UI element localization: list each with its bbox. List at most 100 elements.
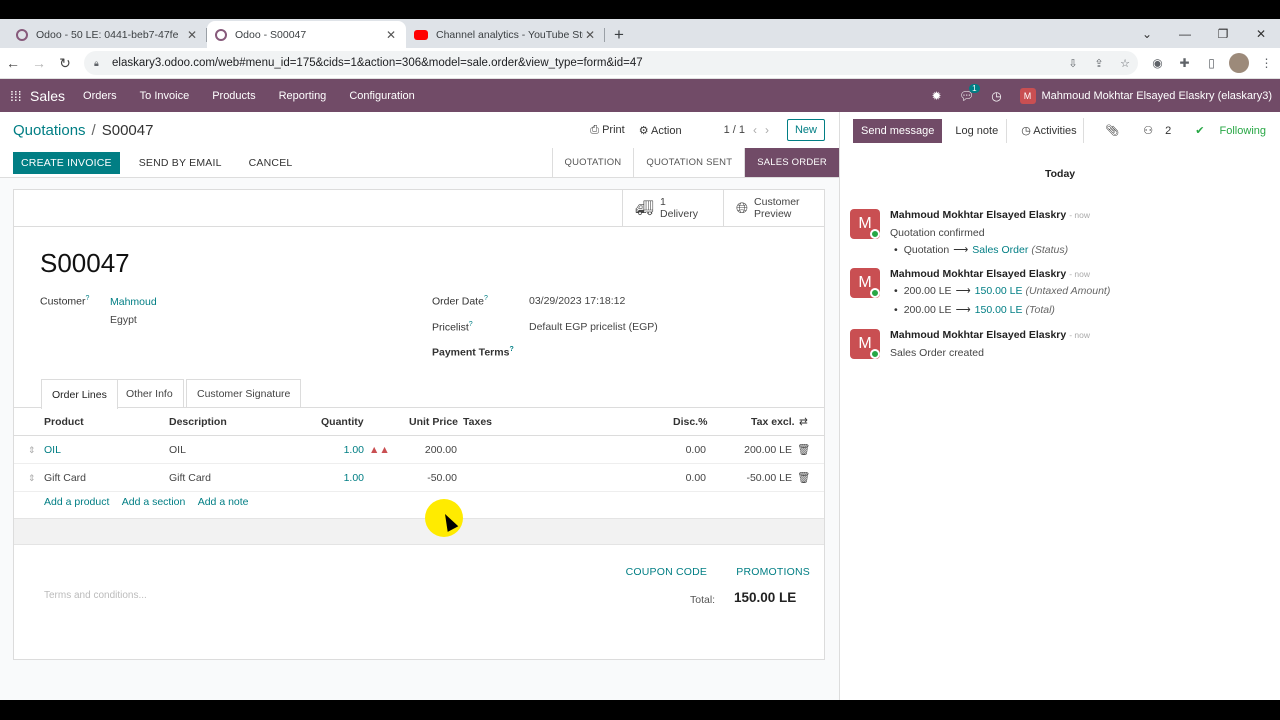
row-quantity[interactable]: 1.00 <box>314 464 364 492</box>
pager-prev-icon[interactable]: ‹ <box>753 123 757 137</box>
row-unit-price[interactable]: 200.00 <box>394 436 457 464</box>
activities-button[interactable]: ◷ Activities <box>1015 118 1084 143</box>
clock-activity-icon[interactable]: ◷ <box>982 89 1012 103</box>
action-button[interactable]: ⚙ Action <box>639 124 682 137</box>
promotions-button[interactable]: PROMOTIONS <box>736 566 810 578</box>
delivery-smart-button[interactable]: 🚚︎ 1 Delivery <box>622 190 723 226</box>
add-product-link[interactable]: Add a product <box>44 496 109 508</box>
message-author[interactable]: Mahmoud Mokhtar Elsayed Elaskry - now <box>890 329 1090 341</box>
lock-icon[interactable]: 🔒︎ <box>94 58 104 69</box>
row-product[interactable]: Gift Card <box>44 464 86 492</box>
breadcrumb-quotations[interactable]: Quotations <box>13 122 86 139</box>
log-note-button[interactable]: Log note <box>947 118 1008 143</box>
row-unit-price[interactable]: -50.00 <box>394 464 457 492</box>
stage-sales-order[interactable]: SALES ORDER <box>744 148 839 177</box>
row-product[interactable]: OIL <box>44 436 61 464</box>
drag-handle-icon[interactable]: ⇕ <box>28 436 36 464</box>
install-app-icon[interactable]: ⇩ <box>1060 57 1086 70</box>
puzzle-extensions-icon[interactable]: ✚ <box>1171 56 1198 70</box>
table-row[interactable]: ⇕ OIL OIL 1.00 ▲▲ 200.00 0.00 200.00 LE … <box>14 436 824 464</box>
row-quantity[interactable]: 1.00 <box>314 436 364 464</box>
followers-button[interactable]: ⚇ 2 <box>1131 124 1171 137</box>
col-product[interactable]: Product <box>44 408 84 436</box>
close-tab-icon[interactable]: ✕ <box>185 28 199 42</box>
pager-next-icon[interactable]: › <box>765 123 769 137</box>
col-quantity[interactable]: Quantity <box>321 408 364 436</box>
optional-columns-icon[interactable]: ⇄ <box>799 408 808 436</box>
table-row[interactable]: ⇕ Gift Card Gift Card 1.00 -50.00 0.00 -… <box>14 464 824 492</box>
order-date-field[interactable]: 03/29/2023 17:18:12 <box>529 295 625 307</box>
bookmark-star-icon[interactable]: ☆ <box>1112 57 1138 70</box>
close-tab-icon[interactable]: ✕ <box>384 28 398 42</box>
profile-avatar[interactable] <box>1229 53 1249 73</box>
terms-conditions-field[interactable]: Terms and conditions... <box>44 590 147 601</box>
help-tooltip-icon[interactable]: ? <box>484 295 488 302</box>
app-name[interactable]: Sales <box>30 88 65 104</box>
stage-quotation[interactable]: QUOTATION <box>551 148 634 177</box>
chevron-down-icon[interactable]: ⌄ <box>1128 19 1166 48</box>
debug-bug-icon[interactable]: ✹ <box>922 89 952 103</box>
reload-icon[interactable]: ↻ <box>52 55 78 72</box>
tab-order-lines[interactable]: Order Lines <box>41 379 118 409</box>
add-note-link[interactable]: Add a note <box>198 496 249 508</box>
user-menu[interactable]: Mahmoud Mokhtar Elsayed Elaskry (elaskar… <box>1042 90 1272 102</box>
customer-preview-smart-button[interactable]: 🌐︎ Customer Preview <box>723 190 824 226</box>
stage-quotation-sent[interactable]: QUOTATION SENT <box>633 148 744 177</box>
menu-to-invoice[interactable]: To Invoice <box>140 90 190 102</box>
tab-customer-signature[interactable]: Customer Signature <box>186 379 302 408</box>
minimize-icon[interactable]: — <box>1166 19 1204 48</box>
customer-field[interactable]: Mahmoud <box>110 296 157 308</box>
menu-reporting[interactable]: Reporting <box>279 90 327 102</box>
browser-tab-3[interactable]: Channel analytics - YouTube Studio ✕ <box>406 21 605 48</box>
col-taxes[interactable]: Taxes <box>463 408 492 436</box>
help-tooltip-icon[interactable]: ? <box>469 321 473 328</box>
help-tooltip-icon[interactable]: ? <box>86 295 90 302</box>
help-tooltip-icon[interactable]: ? <box>509 346 513 353</box>
message-author[interactable]: Mahmoud Mokhtar Elsayed Elaskry - now <box>890 209 1090 221</box>
restore-icon[interactable]: ❐ <box>1204 19 1242 48</box>
user-avatar[interactable]: M <box>1019 87 1036 104</box>
tab-other-info[interactable]: Other Info <box>116 379 184 408</box>
col-unit-price[interactable]: Unit Price <box>409 408 458 436</box>
row-discount[interactable]: 0.00 <box>654 464 706 492</box>
paperclip-icon[interactable]: 📎︎ <box>1105 124 1119 137</box>
kebab-menu-icon[interactable]: ⋮ <box>1253 56 1280 70</box>
col-description[interactable]: Description <box>169 408 227 436</box>
side-panel-icon[interactable]: ▯ <box>1198 56 1225 70</box>
send-by-email-button[interactable]: SEND BY EMAIL <box>131 152 230 174</box>
new-tab-plus-icon[interactable]: + <box>605 21 633 48</box>
following-button[interactable]: ✔ Following <box>1183 124 1266 137</box>
trash-icon[interactable]: 🗑︎ <box>797 464 810 492</box>
pricelist-field[interactable]: Default EGP pricelist (EGP) <box>529 321 658 333</box>
drag-handle-icon[interactable]: ⇕ <box>28 464 36 492</box>
row-discount[interactable]: 0.00 <box>654 436 706 464</box>
menu-configuration[interactable]: Configuration <box>349 90 414 102</box>
row-description[interactable]: OIL <box>169 436 186 464</box>
coupon-code-button[interactable]: COUPON CODE <box>626 566 708 578</box>
forward-arrow-icon[interactable]: → <box>26 55 52 71</box>
app-grid-icon[interactable]: ⁞⁞⁞ <box>10 88 30 104</box>
col-tax-excl[interactable]: Tax excl. <box>751 408 795 436</box>
pager-value[interactable]: 1 / 1 <box>724 124 745 136</box>
share-icon[interactable]: ⇪ <box>1086 57 1112 70</box>
add-section-link[interactable]: Add a section <box>122 496 186 508</box>
close-window-icon[interactable]: ✕ <box>1242 19 1280 48</box>
new-button[interactable]: New <box>786 119 825 141</box>
message-author[interactable]: Mahmoud Mokhtar Elsayed Elaskry - now <box>890 268 1090 280</box>
browser-tab-2[interactable]: Odoo - S00047 ✕ <box>207 21 406 48</box>
close-tab-icon[interactable]: ✕ <box>583 28 597 42</box>
menu-orders[interactable]: Orders <box>83 90 117 102</box>
cancel-button[interactable]: CANCEL <box>241 152 301 174</box>
extension-icon[interactable]: ◉ <box>1144 56 1171 70</box>
back-arrow-icon[interactable]: ← <box>0 55 26 71</box>
send-message-button[interactable]: Send message <box>853 118 943 143</box>
forecast-chart-icon[interactable]: ▲▲ <box>369 436 390 464</box>
browser-tab-1[interactable]: Odoo - 50 LE: 0441-beb7-47fe ✕ <box>8 21 207 48</box>
col-discount[interactable]: Disc.% <box>673 408 707 436</box>
row-description[interactable]: Gift Card <box>169 464 211 492</box>
create-invoice-button[interactable]: CREATE INVOICE <box>13 151 120 174</box>
menu-products[interactable]: Products <box>212 90 255 102</box>
chat-bubble-icon[interactable]: 💬︎ 1 <box>952 83 982 103</box>
print-button[interactable]: ⎙ Print <box>590 124 624 137</box>
trash-icon[interactable]: 🗑︎ <box>797 436 810 464</box>
